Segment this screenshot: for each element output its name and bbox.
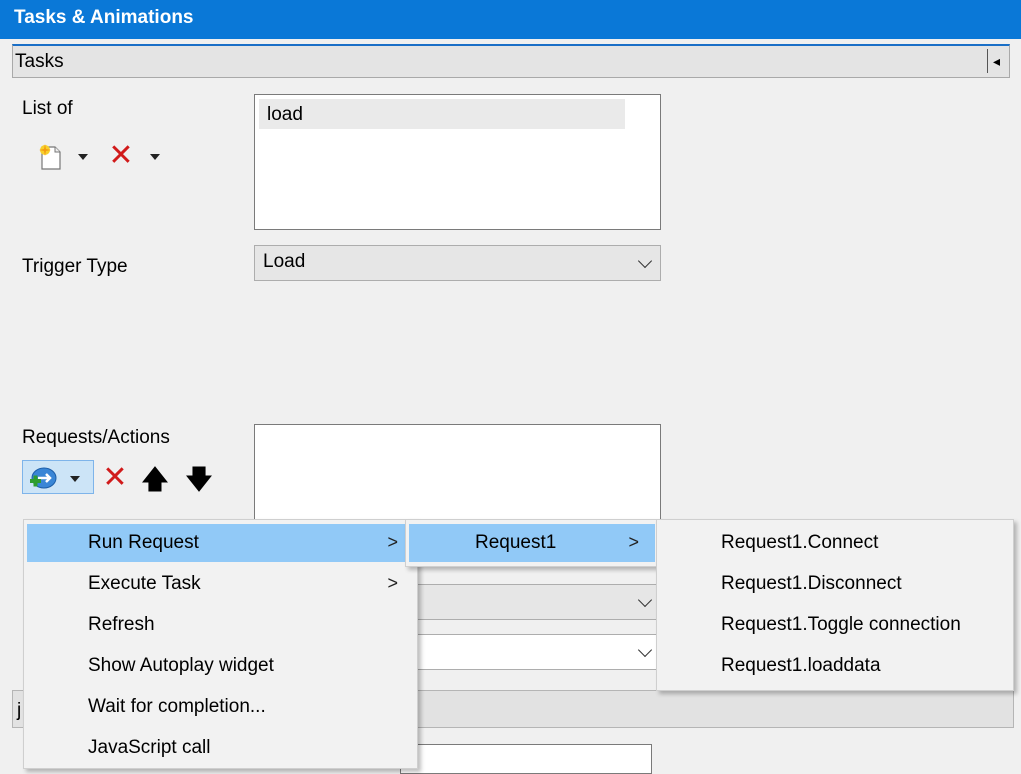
trigger-type-select[interactable]: Load (254, 245, 661, 281)
delete-x-icon[interactable]: ✕ (100, 462, 130, 494)
collapse-icon[interactable]: ◂ (987, 49, 1005, 73)
trigger-type-value: Load (263, 251, 306, 272)
add-action-icon[interactable] (28, 464, 58, 492)
menu-item-request1-disconnect[interactable]: Request1.Disconnect (660, 565, 1010, 603)
new-dropdown-icon[interactable] (78, 154, 88, 160)
submenu-arrow-icon: > (628, 532, 639, 552)
trigger-type-label: Trigger Type (22, 256, 128, 277)
background-select-2[interactable] (400, 634, 661, 670)
menu-item-run-request[interactable]: Run Request > (27, 524, 414, 562)
background-section-label: j (17, 700, 22, 721)
menu-item-request1-toggle-connection[interactable]: Request1.Toggle connection (660, 606, 1010, 644)
submenu-arrow-icon: > (387, 532, 398, 552)
menu-item-show-autoplay-widget[interactable]: Show Autoplay widget (27, 647, 414, 685)
menu-item-execute-task[interactable]: Execute Task > (27, 565, 414, 603)
requests-actions-label: Requests/Actions (22, 427, 170, 448)
menu-item-request1[interactable]: Request1 > (409, 524, 655, 562)
tasks-section-header[interactable]: Tasks ◂ (12, 44, 1010, 78)
list-item[interactable]: load (259, 99, 625, 129)
chevron-down-icon (637, 592, 653, 608)
chevron-down-icon (637, 642, 653, 658)
menu-item-javascript-call[interactable]: JavaScript call (27, 729, 414, 767)
menu-item-request1-connect[interactable]: Request1.Connect (660, 524, 1010, 562)
task-list[interactable]: load (254, 94, 661, 230)
arrow-up-icon[interactable]: 🡅 (142, 464, 169, 494)
arrow-down-icon[interactable]: 🡇 (186, 464, 213, 494)
background-input[interactable] (400, 744, 652, 774)
action-submenu: Request1.Connect Request1.Disconnect Req… (656, 519, 1014, 691)
menu-item-request1-loaddata[interactable]: Request1.loaddata (660, 647, 1010, 685)
window-title: Tasks & Animations (0, 0, 1021, 39)
delete-x-icon[interactable]: ✕ (106, 140, 136, 172)
delete-dropdown-icon[interactable] (150, 154, 160, 160)
background-select-1[interactable] (400, 584, 661, 620)
requests-list[interactable] (254, 424, 661, 524)
list-of-label: List of (22, 98, 73, 119)
request-submenu: Request1 > (405, 519, 659, 567)
chevron-down-icon (637, 253, 653, 269)
new-document-icon[interactable] (36, 142, 66, 172)
tasks-section-label: Tasks (15, 51, 64, 72)
menu-item-refresh[interactable]: Refresh (27, 606, 414, 644)
menu-item-wait-for-completion[interactable]: Wait for completion... (27, 688, 414, 726)
context-menu: Run Request > Execute Task > Refresh Sho… (23, 519, 418, 769)
submenu-arrow-icon: > (387, 573, 398, 593)
add-action-dropdown-icon[interactable] (70, 476, 80, 482)
